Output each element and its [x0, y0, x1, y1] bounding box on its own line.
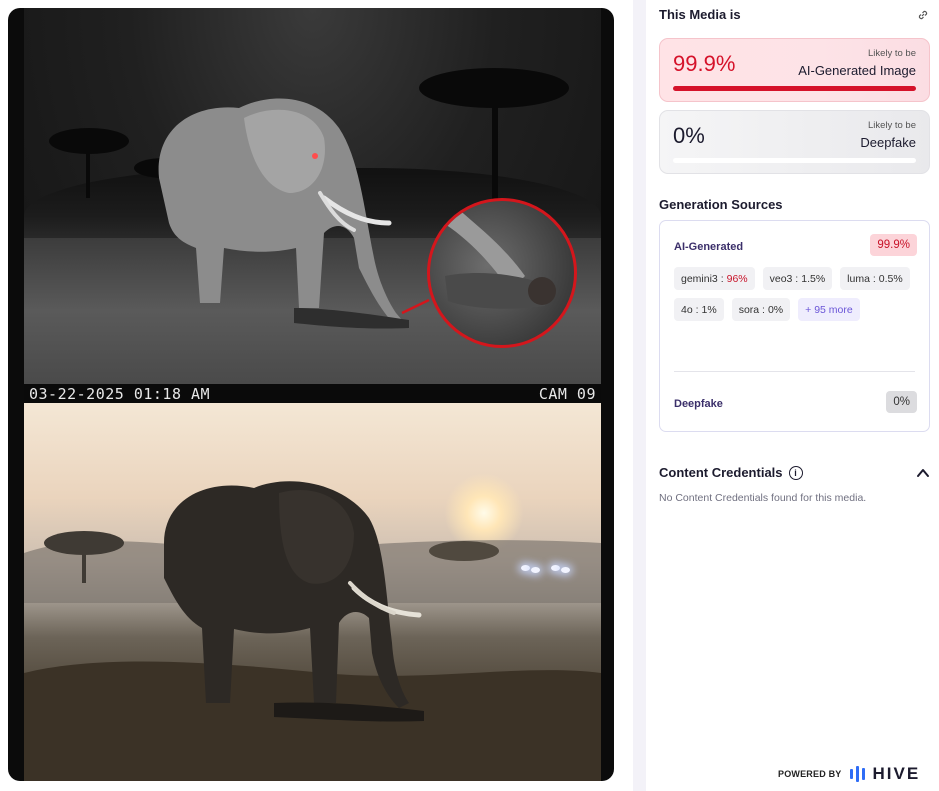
source-chips: gemini3 :96% veo3 :1.5% luma :0.5% 4o :1… — [674, 267, 919, 321]
ai-generated-result-card: 99.9% Likely to be AI-Generated Image — [659, 38, 930, 102]
deepfake-verdict: Deepfake — [860, 135, 916, 150]
info-icon[interactable]: i — [788, 465, 803, 480]
zoom-inset — [427, 198, 577, 348]
ai-generated-label: AI-Generated — [674, 241, 744, 253]
ai-generated-badge: 99.9% — [870, 234, 917, 256]
camera-timestamp-bar: 03-22-2025 01:18 AM CAM 09 — [24, 384, 601, 403]
sources-divider — [674, 371, 915, 372]
deepfake-percent: 0% — [673, 123, 705, 148]
source-chip-4o: 4o :1% — [674, 298, 724, 321]
source-chip-sora: sora :0% — [731, 298, 791, 321]
ai-progress-track — [673, 86, 916, 91]
ai-percent: 99.9% — [673, 51, 736, 76]
source-chip-gemini3: gemini3 :96% — [674, 267, 755, 290]
ai-verdict: AI-Generated Image — [798, 63, 916, 78]
camera-label: CAM 09 — [538, 384, 596, 403]
hive-brand: HIVE — [872, 764, 921, 783]
generation-sources-title: Generation Sources — [659, 197, 783, 212]
trail-camera-photo — [24, 8, 601, 384]
hive-logo-icon — [849, 766, 865, 782]
timestamp: 03-22-2025 01:18 AM — [29, 384, 211, 403]
dawn-photo — [24, 403, 601, 781]
panel-divider — [633, 0, 646, 791]
content-credentials-note: No Content Credentials found for this me… — [659, 492, 867, 504]
analysis-panel: This Media is 99.9% Likely to be AI-Gene… — [659, 0, 930, 791]
powered-by-footer: POWERED BY HIVE — [778, 764, 920, 784]
deepfake-badge: 0% — [886, 391, 917, 413]
content-credentials-title: Content Credentials — [659, 465, 783, 480]
generation-sources-card: AI-Generated 99.9% gemini3 :96% veo3 :1.… — [659, 220, 930, 432]
link-icon[interactable] — [916, 8, 930, 22]
chevron-up-icon[interactable] — [916, 466, 930, 480]
source-chip-veo3: veo3 :1.5% — [762, 267, 833, 290]
content-credentials-header[interactable]: Content Credentials i — [659, 465, 930, 480]
deepfake-likely-label: Likely to be — [867, 120, 916, 131]
media-preview: 03-22-2025 01:18 AM CAM 09 — [8, 8, 614, 781]
ai-progress-fill — [673, 86, 916, 91]
source-chip-luma: luma :0.5% — [840, 267, 910, 290]
deepfake-progress-track — [673, 158, 916, 163]
deepfake-label: Deepfake — [674, 398, 723, 410]
powered-by-label: POWERED BY — [778, 769, 842, 779]
deepfake-result-card: 0% Likely to be Deepfake — [659, 110, 930, 174]
ai-likely-label: Likely to be — [867, 48, 916, 59]
more-sources-button[interactable]: + 95 more — [798, 298, 860, 321]
panel-title: This Media is — [659, 7, 741, 22]
